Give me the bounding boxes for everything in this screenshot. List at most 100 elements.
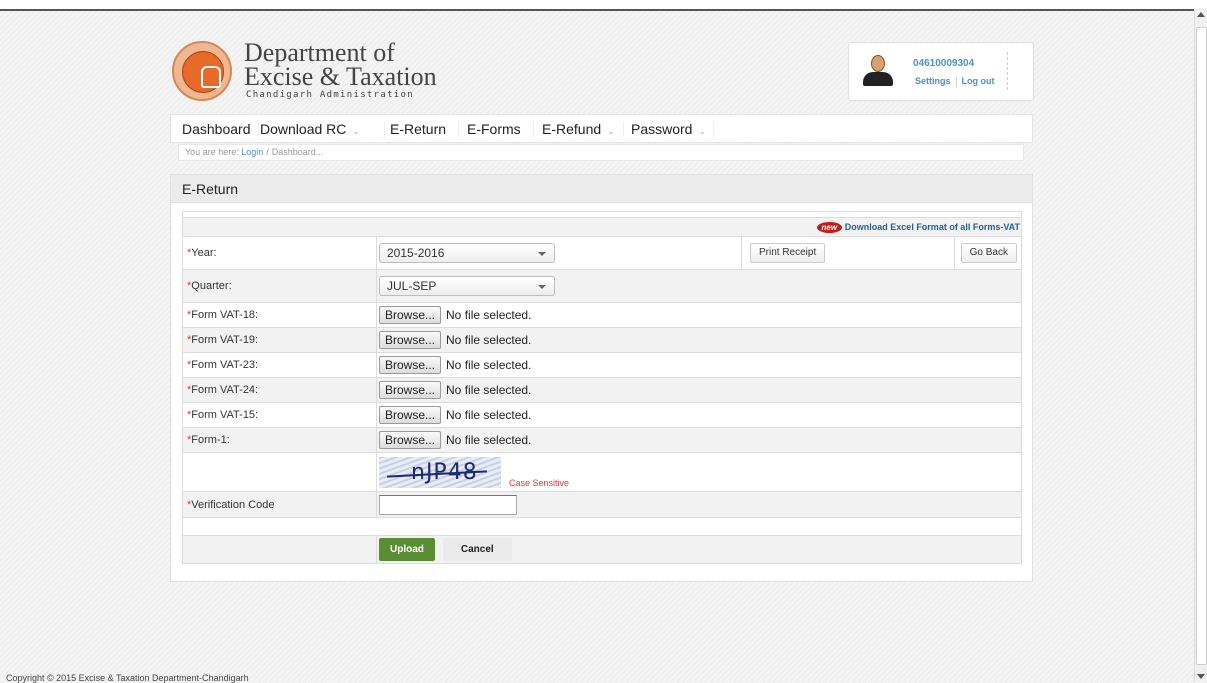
file-input-form-1: Browse... No file selected. — [376, 427, 1022, 453]
browse-button[interactable]: Browse... — [379, 306, 442, 324]
site-logo[interactable]: Department of Excise & Taxation Chandiga… — [172, 38, 437, 104]
page-scrollbar[interactable] — [1194, 9, 1207, 682]
nav-download-rc-label: Download RC — [260, 121, 347, 137]
file-label: *Form-1: — [182, 427, 377, 453]
file-status: No file selected. — [446, 383, 532, 397]
file-label: *Form VAT-23: — [182, 352, 377, 378]
settings-link[interactable]: Settings — [915, 76, 951, 86]
download-row: new Download Excel Format of all Forms-VA… — [182, 217, 1022, 237]
year-select-value: 2015-2016 — [387, 246, 445, 260]
print-receipt-cell: Print Receipt — [741, 236, 955, 270]
captcha-label-cell — [182, 452, 377, 492]
chevron-down-icon: ⌄ — [607, 126, 615, 136]
nav-dashboard[interactable]: Dashboard — [182, 115, 251, 144]
file-label: *Form VAT-18: — [182, 302, 377, 328]
breadcrumb-prefix: You are here: — [185, 147, 239, 157]
new-badge-icon: new — [816, 221, 842, 233]
cancel-button[interactable]: Cancel — [442, 538, 512, 561]
breadcrumb: You are here: Login / Dashboard... — [178, 144, 1024, 161]
nav-e-forms[interactable]: E-Forms — [467, 115, 521, 144]
file-status: No file selected. — [446, 408, 532, 422]
user-panel: 04610009304 Settings Log out — [848, 42, 1034, 101]
browser-top-edge — [0, 0, 1207, 11]
file-label-text: Form-1: — [191, 434, 230, 446]
file-label-text: Form VAT-18: — [191, 309, 259, 321]
file-label-text: Form VAT-24: — [191, 384, 259, 396]
file-input-vat-23: Browse... No file selected. — [376, 352, 1022, 378]
nav-e-return[interactable]: E-Return — [390, 115, 446, 144]
nav-divider — [533, 122, 534, 137]
panel-title: E-Return — [182, 181, 239, 197]
quarter-select[interactable]: JUL-SEP — [379, 276, 555, 296]
file-label: *Form VAT-24: — [182, 377, 377, 403]
nav-e-return-label: E-Return — [390, 121, 447, 137]
file-label: *Form VAT-15: — [182, 402, 377, 428]
nav-e-forms-label: E-Forms — [467, 121, 521, 137]
user-links: Settings Log out — [915, 76, 995, 87]
file-status: No file selected. — [446, 333, 532, 347]
file-status: No file selected. — [446, 433, 532, 447]
chevron-down-icon: ⌄ — [352, 126, 360, 136]
main-nav: Dashboard Download RC ⌄ E-Return E-Forms … — [170, 114, 1033, 143]
browse-button[interactable]: Browse... — [379, 431, 442, 449]
nav-password[interactable]: Password ⌄ — [631, 115, 706, 144]
browse-button[interactable]: Browse... — [379, 356, 442, 374]
quarter-label-text: Quarter: — [191, 280, 232, 292]
download-excel-link[interactable]: Download Excel Format of all Forms-VAT — [845, 222, 1020, 232]
file-input-vat-24: Browse... No file selected. — [376, 377, 1022, 403]
user-id: 04610009304 — [913, 58, 975, 69]
nav-dashboard-label: Dashboard — [182, 121, 251, 137]
panel-header: E-Return — [171, 175, 1032, 203]
department-seal-icon — [172, 41, 232, 101]
file-input-vat-15: Browse... No file selected. — [376, 402, 1022, 428]
nav-divider — [713, 122, 714, 137]
browse-button[interactable]: Browse... — [379, 331, 442, 349]
nav-divider — [258, 122, 259, 137]
file-label-text: Form VAT-23: — [191, 359, 259, 371]
user-panel-divider — [1007, 52, 1008, 90]
verification-label: *Verification Code — [182, 491, 377, 518]
dropdown-arrow-icon — [538, 252, 546, 256]
file-label: *Form VAT-19: — [182, 327, 377, 353]
site-title-line2: Excise & Taxation — [244, 62, 437, 91]
breadcrumb-current: Dashboard... — [271, 147, 324, 157]
year-select[interactable]: 2015-2016 — [379, 243, 555, 263]
file-input-vat-19: Browse... No file selected. — [376, 327, 1022, 353]
file-label-text: Form VAT-15: — [191, 409, 259, 421]
breadcrumb-separator: / — [266, 147, 269, 157]
user-avatar-icon — [863, 55, 893, 87]
go-back-cell: Go Back — [954, 236, 1022, 270]
year-cell: 2015-2016 — [376, 236, 742, 270]
nav-divider — [384, 122, 385, 137]
nav-download-rc[interactable]: Download RC ⌄ — [260, 115, 360, 144]
nav-password-label: Password — [631, 121, 693, 137]
browse-button[interactable]: Browse... — [379, 406, 442, 424]
quarter-select-value: JUL-SEP — [387, 279, 437, 293]
actions-cell: Upload Cancel — [376, 535, 1022, 564]
captcha-image: nJP48 — [379, 456, 501, 488]
go-back-button[interactable]: Go Back — [960, 243, 1017, 263]
verification-label-text: Verification Code — [191, 498, 275, 511]
browse-button[interactable]: Browse... — [379, 381, 442, 399]
breadcrumb-login-link[interactable]: Login — [241, 147, 263, 157]
actions-label-cell — [182, 535, 377, 564]
logout-link[interactable]: Log out — [962, 76, 995, 86]
scroll-down-icon[interactable] — [1197, 674, 1205, 679]
chevron-down-icon: ⌄ — [698, 126, 707, 136]
print-receipt-button[interactable]: Print Receipt — [750, 243, 826, 263]
upload-button[interactable]: Upload — [379, 538, 435, 561]
e-return-form: new Download Excel Format of all Forms-VA… — [182, 211, 1022, 564]
form-spacer-row — [182, 517, 1022, 536]
scroll-thumb[interactable] — [1196, 27, 1207, 665]
file-label-text: Form VAT-19: — [191, 334, 259, 346]
scroll-up-icon[interactable] — [1197, 12, 1205, 17]
verification-code-input[interactable] — [379, 494, 517, 515]
nav-e-refund[interactable]: E-Refund ⌄ — [542, 115, 615, 144]
quarter-cell: JUL-SEP — [376, 269, 1022, 303]
nav-e-refund-label: E-Refund — [542, 121, 602, 137]
file-status: No file selected. — [446, 358, 532, 372]
nav-divider — [623, 122, 624, 137]
nav-divider — [458, 122, 459, 137]
quarter-label: *Quarter: — [182, 269, 377, 303]
site-subtitle: Chandigarh Administration — [246, 90, 414, 100]
